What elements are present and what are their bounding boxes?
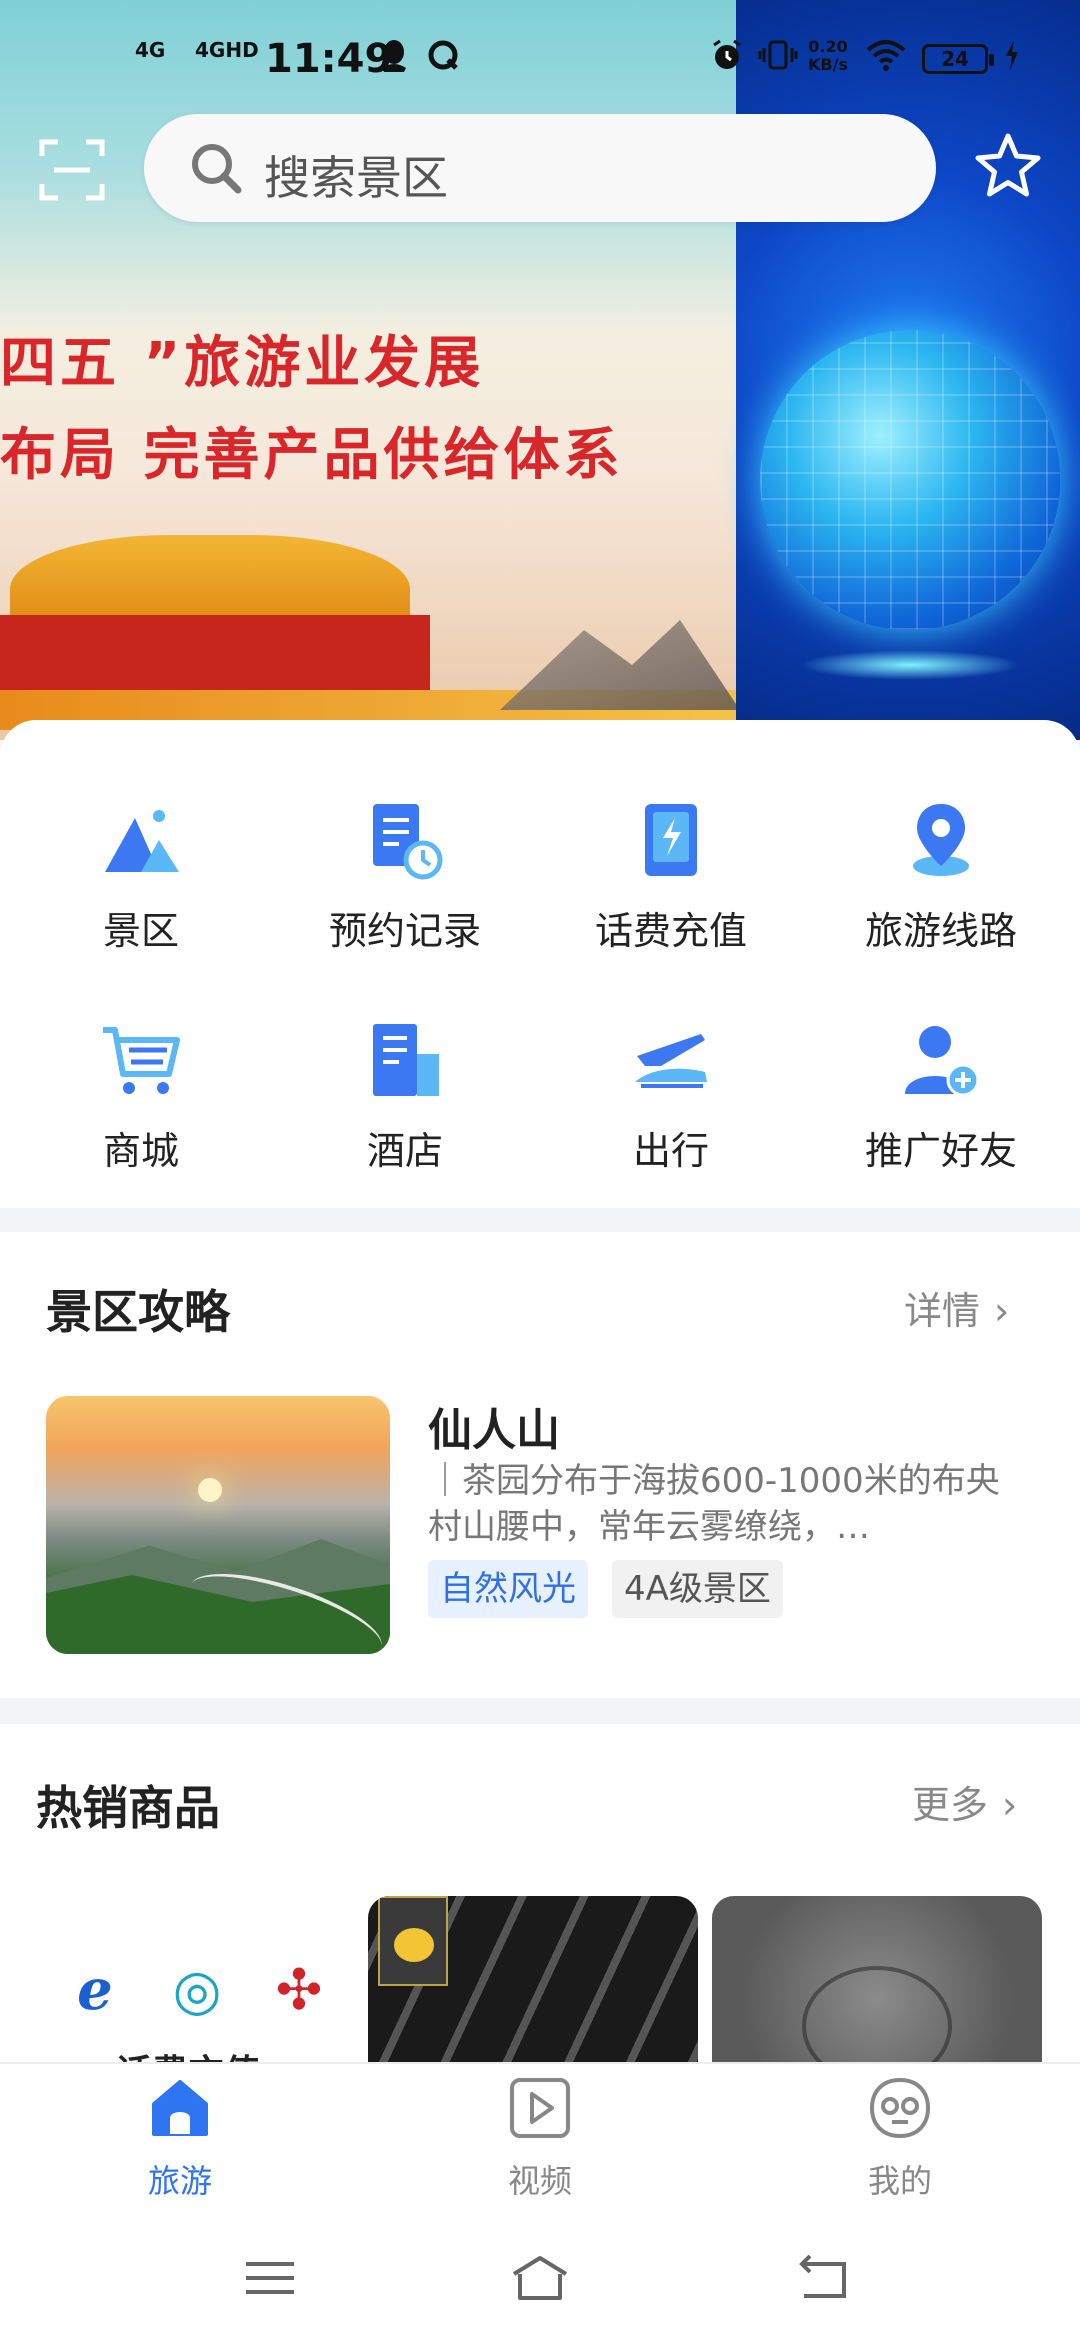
details-label: 详情 xyxy=(904,1289,981,1333)
app-notification-icon xyxy=(426,38,460,81)
menu-item-label: 商城 xyxy=(102,1129,179,1173)
banner-left-image: 四五 ”旅游业发展 布局 完善产品供给体系 xyxy=(0,0,740,740)
hotel-building-icon xyxy=(373,1024,439,1096)
china-mobile-logo: ◎ xyxy=(172,1958,222,2023)
tag-nature: 自然风光 xyxy=(428,1560,588,1618)
tab-label: 视频 xyxy=(507,2162,572,2200)
add-friend-icon xyxy=(905,1026,980,1097)
promo-banner[interactable]: 四五 ”旅游业发展 布局 完善产品供给体系 xyxy=(0,0,1080,740)
net-speed-unit: KB/s xyxy=(808,55,848,74)
scan-button[interactable] xyxy=(38,136,106,204)
scenic-guide-section: 景区攻略 详情 › 仙人山 ｜茶园分布于海拔600-1000米的布央村山腰中，常年… xyxy=(0,1232,1080,1698)
menu-item-scenic[interactable]: 景区 xyxy=(6,800,276,980)
hot-products-section: 热销商品 更多 › ℯ ◎ ✣ 话费充值 xyxy=(0,1724,1080,2066)
section-title: 热销商品 xyxy=(36,1781,220,1835)
home-outline-icon xyxy=(512,2256,568,2300)
back-nav-button[interactable] xyxy=(792,2248,852,2308)
menu-item-transport[interactable]: 出行 xyxy=(536,1020,806,1200)
shopping-cart-icon xyxy=(103,1027,180,1094)
signal-2-label: 4GHD xyxy=(195,38,259,62)
quick-menu-card: 景区 预约记录 话费充值 旅游线路 商城 酒店 出行 推广好友 xyxy=(0,720,1080,1208)
mountain-icon xyxy=(105,810,179,872)
search-bar[interactable]: 搜索景区 xyxy=(144,114,936,222)
scenic-name: 仙人山 xyxy=(428,1405,560,1456)
qq-icon xyxy=(378,38,410,83)
airplane-train-icon xyxy=(635,1034,707,1088)
scenic-photo xyxy=(46,1396,390,1654)
menu-item-phone-recharge[interactable]: 话费充值 xyxy=(536,800,806,980)
tab-travel[interactable]: 旅游 xyxy=(80,2064,280,2214)
search-icon xyxy=(192,144,242,194)
search-input[interactable]: 搜索景区 xyxy=(264,142,448,208)
chevron-right-icon: › xyxy=(994,1289,1010,1333)
net-speed: 0.20 KB/s xyxy=(808,38,848,74)
booking-record-icon xyxy=(373,804,443,880)
menu-item-invite-friend[interactable]: 推广好友 xyxy=(806,1020,1076,1200)
menu-item-label: 出行 xyxy=(632,1129,709,1173)
menu-item-mall[interactable]: 商城 xyxy=(6,1020,276,1200)
menu-lines-icon xyxy=(246,2262,294,2294)
tab-video[interactable]: 视频 xyxy=(440,2064,640,2214)
details-link[interactable]: 详情 › xyxy=(904,1280,1009,1335)
star-icon xyxy=(975,133,1041,197)
tab-mine[interactable]: 我的 xyxy=(800,2064,1000,2214)
banner-headline-2: 布局 完善产品供给体系 xyxy=(0,423,624,488)
globe-glow xyxy=(800,650,1020,680)
back-arrow-icon xyxy=(799,2254,846,2298)
wifi-icon xyxy=(866,38,906,81)
menu-nav-button[interactable] xyxy=(240,2248,300,2308)
tag-level: 4A级景区 xyxy=(612,1560,783,1618)
tab-label: 旅游 xyxy=(147,2162,212,2200)
location-pin-icon xyxy=(913,804,969,876)
ink-mountain-graphic xyxy=(500,620,740,710)
battery-indicator: 24 xyxy=(922,44,994,74)
banner-headline-1: 四五 ”旅游业发展 xyxy=(0,331,485,396)
palace-roof-graphic xyxy=(10,535,410,625)
menu-item-label: 酒店 xyxy=(366,1129,443,1173)
embossed-logo xyxy=(802,1966,952,2066)
product-card[interactable] xyxy=(712,1896,1042,2066)
profile-face-icon xyxy=(869,2077,931,2139)
product-card[interactable] xyxy=(368,1896,698,2066)
product-card[interactable]: ℯ ◎ ✣ 话费充值 xyxy=(36,1896,366,2066)
favorite-button[interactable] xyxy=(972,130,1044,202)
net-speed-value: 0.20 xyxy=(808,37,848,56)
vibrate-icon xyxy=(758,38,798,81)
more-link[interactable]: 更多 › xyxy=(912,1774,1017,1829)
product-tag-badge xyxy=(378,1896,448,1986)
status-time: 11:49 xyxy=(265,36,393,82)
china-unicom-logo: ✣ xyxy=(275,1958,323,2023)
palace-body-graphic xyxy=(0,615,430,695)
china-telecom-logo: ℯ xyxy=(77,1958,113,2023)
chevron-right-icon: › xyxy=(1002,1783,1018,1827)
home-nav-button[interactable] xyxy=(510,2248,570,2308)
system-nav-bar xyxy=(0,2212,1080,2340)
app-screen: 四五 ”旅游业发展 布局 完善产品供给体系 4G 4GHD 11:49 0.20 xyxy=(0,0,1080,2340)
menu-item-label: 预约记录 xyxy=(328,909,481,953)
menu-item-label: 推广好友 xyxy=(864,1129,1017,1173)
tab-label: 我的 xyxy=(867,2162,932,2200)
home-icon xyxy=(152,2080,208,2136)
menu-item-label: 旅游线路 xyxy=(864,909,1017,953)
scenic-description: ｜茶园分布于海拔600-1000米的布央村山腰中，常年云雾缭绕，… xyxy=(428,1461,1000,1547)
status-bar: 4G 4GHD 11:49 0.20 KB/s 24 xyxy=(0,0,1080,110)
digital-globe-graphic xyxy=(760,330,1060,630)
menu-item-hotel[interactable]: 酒店 xyxy=(270,1020,540,1200)
bottom-tab-bar: 旅游 视频 我的 xyxy=(0,2062,1080,2212)
more-label: 更多 xyxy=(912,1783,989,1827)
alarm-icon xyxy=(710,38,744,81)
signal-1-label: 4G xyxy=(135,38,166,62)
section-title: 景区攻略 xyxy=(46,1285,230,1339)
charging-icon xyxy=(1002,38,1022,81)
menu-item-booking-record[interactable]: 预约记录 xyxy=(270,800,540,980)
phone-recharge-icon xyxy=(645,804,697,876)
scan-icon xyxy=(39,139,105,201)
video-play-icon xyxy=(510,2078,570,2138)
menu-item-label: 话费充值 xyxy=(594,909,747,953)
menu-item-label: 景区 xyxy=(102,909,179,953)
menu-item-travel-route[interactable]: 旅游线路 xyxy=(806,800,1076,980)
